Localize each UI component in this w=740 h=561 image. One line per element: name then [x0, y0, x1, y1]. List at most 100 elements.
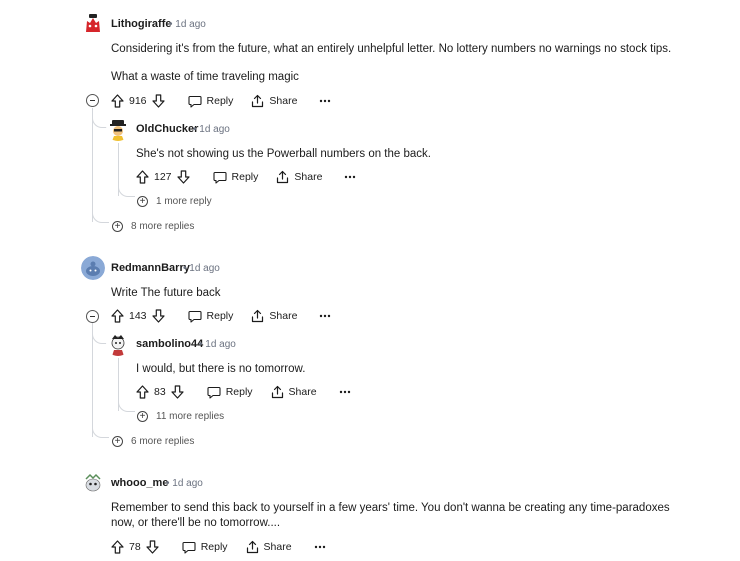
reply-button[interactable]: Reply	[207, 386, 253, 399]
speech-bubble-icon	[182, 541, 196, 554]
downvote-icon[interactable]	[176, 170, 190, 184]
more-replies-label: 6 more replies	[131, 436, 195, 447]
reply-button[interactable]: Reply	[187, 310, 234, 323]
avatar[interactable]	[106, 117, 130, 141]
share-label: Share	[269, 310, 298, 322]
share-button[interactable]: Share	[251, 94, 297, 108]
comment-actions: 78 Reply Share	[111, 539, 326, 555]
ellipsis-icon	[319, 314, 331, 318]
ellipsis-icon	[344, 175, 356, 179]
upvote-icon[interactable]	[136, 385, 149, 399]
overflow-menu-button[interactable]	[319, 314, 331, 318]
comment-body: I would, but there is no tomorrow.	[136, 363, 306, 375]
thread-branch	[92, 425, 109, 438]
plus-circle-icon: +	[112, 221, 123, 232]
comment-body: She's not showing us the Powerball numbe…	[136, 148, 431, 160]
overflow-menu-button[interactable]	[314, 545, 326, 549]
vote-count: 143	[129, 310, 147, 322]
vote-group: 916	[111, 94, 165, 108]
vote-count: 78	[129, 541, 141, 553]
overflow-menu-button[interactable]	[344, 175, 356, 179]
share-button[interactable]: Share	[246, 540, 292, 554]
avatar[interactable]	[81, 12, 105, 36]
plus-circle-icon: +	[137, 196, 148, 207]
avatar[interactable]	[81, 256, 105, 280]
username[interactable]: Lithogiraffe	[111, 18, 172, 30]
thread-line	[92, 323, 93, 437]
thread-branch	[92, 210, 109, 223]
downvote-icon[interactable]	[171, 385, 184, 399]
vote-group: 127	[136, 170, 190, 184]
vote-count: 127	[154, 171, 172, 183]
username[interactable]: OldChucker	[136, 123, 198, 135]
timestamp-value: 1d ago	[175, 19, 206, 30]
share-icon	[246, 540, 259, 554]
speech-bubble-icon	[187, 95, 202, 108]
vote-count: 83	[154, 386, 166, 398]
share-label: Share	[294, 171, 323, 183]
comment-actions: 83 Reply Share	[136, 384, 351, 400]
share-icon	[251, 309, 264, 323]
comment-actions: 127 Reply Share	[136, 169, 356, 185]
reply-label: Reply	[225, 386, 253, 398]
timestamp-value: 1d ago	[172, 478, 203, 489]
comment-body: now, or there'll be no tomorrow....	[111, 517, 281, 529]
reply-button[interactable]: Reply	[187, 95, 233, 108]
downvote-icon[interactable]	[151, 309, 165, 323]
vote-group: 143	[111, 309, 165, 323]
upvote-icon[interactable]	[136, 170, 149, 184]
username[interactable]: whooo_me	[111, 477, 168, 489]
share-label: Share	[263, 541, 292, 553]
comment-body: Write The future back	[111, 287, 221, 299]
more-replies-label: 8 more replies	[131, 221, 195, 232]
upvote-icon[interactable]	[111, 540, 124, 554]
speech-bubble-icon	[207, 386, 221, 399]
downvote-icon[interactable]	[146, 540, 159, 554]
reply-label: Reply	[200, 541, 228, 553]
timestamp: • 1d ago	[166, 478, 203, 489]
more-replies-link[interactable]: + 1 more reply	[137, 196, 212, 207]
timestamp-value: 1d ago	[205, 339, 236, 350]
reply-label: Reply	[231, 171, 259, 183]
more-replies-link[interactable]: + 6 more replies	[112, 436, 194, 447]
reply-button[interactable]: Reply	[212, 171, 259, 184]
thread-line	[92, 108, 93, 222]
upvote-icon[interactable]	[111, 309, 124, 323]
share-button[interactable]: Share	[251, 309, 297, 323]
comment-body: Considering it's from the future, what a…	[111, 43, 672, 55]
timestamp: • 1d ago	[193, 124, 230, 135]
downvote-icon[interactable]	[151, 94, 165, 108]
avatar[interactable]	[81, 471, 105, 495]
upvote-icon[interactable]	[111, 94, 124, 108]
more-replies-label: 11 more replies	[156, 411, 225, 422]
more-replies-link[interactable]: + 11 more replies	[137, 411, 224, 422]
username[interactable]: sambolino44	[136, 338, 203, 350]
ellipsis-icon	[314, 545, 326, 549]
username[interactable]: RedmannBarry	[111, 262, 190, 274]
share-button[interactable]: Share	[276, 170, 322, 184]
overflow-menu-button[interactable]	[319, 99, 331, 103]
collapse-thread-button[interactable]	[86, 310, 99, 323]
more-replies-label: 1 more reply	[156, 196, 212, 207]
comment-body: What a waste of time traveling magic	[111, 71, 299, 83]
share-icon	[276, 170, 289, 184]
overflow-menu-button[interactable]	[339, 390, 351, 394]
comment-actions: 916 Reply Share	[111, 93, 331, 109]
timestamp: • 1d ago	[183, 263, 220, 274]
comment-actions: 143 Reply Share	[111, 308, 331, 324]
share-button[interactable]: Share	[271, 385, 317, 399]
timestamp-value: 1d ago	[189, 263, 220, 274]
ellipsis-icon	[339, 390, 351, 394]
vote-group: 83	[136, 385, 184, 399]
plus-circle-icon: +	[137, 411, 148, 422]
collapse-thread-button[interactable]	[86, 94, 99, 107]
timestamp-value: 1d ago	[199, 124, 230, 135]
vote-count: 916	[129, 95, 147, 107]
plus-circle-icon: +	[112, 436, 123, 447]
reply-label: Reply	[206, 310, 234, 322]
reply-button[interactable]: Reply	[182, 541, 228, 554]
avatar[interactable]	[106, 332, 130, 356]
more-replies-link[interactable]: + 8 more replies	[112, 221, 194, 232]
ellipsis-icon	[319, 99, 331, 103]
timestamp: • 1d ago	[199, 339, 236, 350]
